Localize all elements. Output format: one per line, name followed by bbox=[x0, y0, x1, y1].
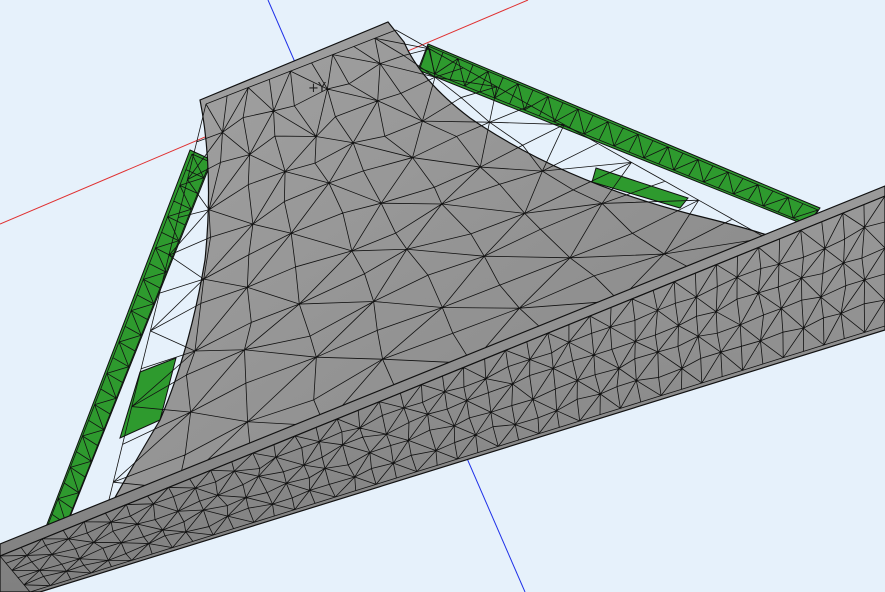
origin-marker: + Y bbox=[308, 81, 326, 96]
viewport-canvas[interactable]: + Y bbox=[0, 0, 885, 592]
3d-viewport[interactable]: + Y bbox=[0, 0, 885, 592]
origin-label: Y bbox=[317, 81, 326, 96]
